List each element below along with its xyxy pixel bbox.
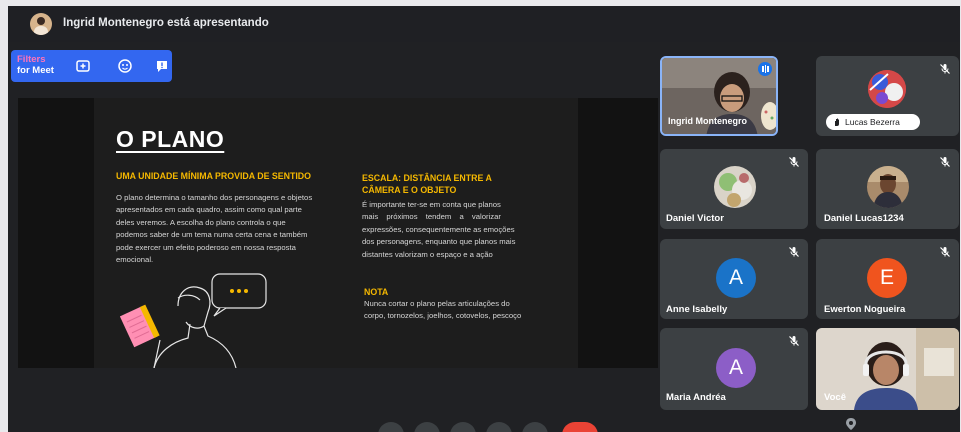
left-line: podemos saber de um tema numa certa cena… [116,230,308,240]
participant-name: Lucas Bezerra [845,117,900,127]
participant-tile-lucas-bezerra[interactable]: Lucas Bezerra [816,56,959,136]
control-button[interactable] [378,422,404,432]
avatar-initial: E [867,258,907,298]
avatar [714,166,756,208]
left-paragraph: O plano determina o tamanho dos personag… [116,192,356,266]
shared-screen: O PLANO UMA UNIDADE MÍNIMA PROVIDA DE SE… [18,98,658,368]
name-chip: Lucas Bezerra [826,114,920,130]
right-heading-line1: ESCALA: DISTÂNCIA ENTRE A [362,173,492,183]
note-line: corpo, tornozelos, joelhos, cotovelos, p… [364,311,522,321]
right-line: expressões, consequentemente as emoções [362,224,515,234]
presenter-avatar [30,13,52,35]
left-line: emocional. [116,255,154,265]
left-line: deles veremos. A escolha do plano contro… [116,217,286,227]
avatar-initial: A [716,348,756,388]
meet-window: Ingrid Montenegro está apresentando Filt… [8,6,960,432]
avatar [867,166,909,208]
presentation-slide: O PLANO UMA UNIDADE MÍNIMA PROVIDA DE SE… [94,98,578,368]
filters-for-meet-logo[interactable]: Filters for Meet [17,54,54,76]
face-filter-icon[interactable] [117,58,133,74]
right-line: É importante ter-se em conta que planos [362,200,501,209]
participant-name: Daniel Lucas1234 [824,213,904,224]
note-heading: NOTA [364,287,389,297]
participant-name: Daniel Victor [666,213,724,224]
mic-off-icon [940,157,950,167]
participant-name: Ingrid Montenegro [668,116,747,126]
avatar-initial: A [716,258,756,298]
participant-tile-ewerton[interactable]: E Ewerton Nogueira [816,239,959,319]
message-icon[interactable] [154,58,170,74]
participant-tile-anne[interactable]: A Anne Isabelly [660,239,808,319]
right-line: distantes valorizam o espaço e a ação [362,249,493,259]
participant-tile-daniel-lucas[interactable]: Daniel Lucas1234 [816,149,959,229]
right-heading-line2: CÂMERA E O OBJETO [362,185,457,195]
right-paragraph: É importante ter-se em conta que planos … [362,199,534,261]
left-line: pode exercer um efeito poderoso em nossa… [116,242,296,252]
filters-logo-line1: Filters [17,54,46,65]
right-heading: ESCALA: DISTÂNCIA ENTRE A CÂMERA E O OBJ… [362,172,492,196]
filters-for-meet-toolbar: Filters for Meet [11,50,172,82]
participant-tile-ingrid[interactable]: Ingrid Montenegro [660,56,778,136]
speaking-indicator-icon [758,62,772,76]
add-filter-icon[interactable] [75,58,91,74]
presentation-banner: Ingrid Montenegro está apresentando [8,6,960,42]
control-button[interactable] [414,422,440,432]
participant-tile-maria[interactable]: A Maria Andréa [660,328,808,410]
right-line: dos personagens, enquanto que planos mai… [362,237,516,247]
participant-name: Você [824,392,847,403]
participant-name: Maria Andréa [666,392,726,403]
participant-name: Ewerton Nogueira [824,304,906,315]
person-reading-illustration [120,273,267,368]
participant-name: Anne Isabelly [666,304,728,315]
note-line: Nunca cortar o plano pelas articulações … [364,299,510,308]
mic-off-icon [940,64,950,74]
mic-off-icon [789,157,799,167]
slide-title: O PLANO [116,126,225,152]
avatar [868,70,906,108]
mic-off-icon [789,336,799,346]
participant-tile-daniel-victor[interactable]: Daniel Victor [660,149,808,229]
right-line: mais próximos tendem a valorizar [362,212,501,222]
left-line: apresentados em cada quadro, assim como … [116,205,302,215]
control-button[interactable] [450,422,476,432]
participant-tile-self[interactable]: Você [816,328,959,410]
leave-call-button[interactable] [562,422,598,432]
note-paragraph: Nunca cortar o plano pelas articulações … [364,298,544,323]
left-heading: UMA UNIDADE MÍNIMA PROVIDA DE SENTIDO [116,171,312,181]
presenter-banner-text: Ingrid Montenegro está apresentando [63,17,269,29]
filters-logo-line2: for Meet [17,65,54,76]
left-line: O plano determina o tamanho dos personag… [116,193,313,202]
location-pin-icon [846,418,856,430]
control-button[interactable] [522,422,548,432]
control-button[interactable] [486,422,512,432]
mic-off-icon [940,247,950,257]
mic-off-icon [789,247,799,257]
hand-raise-icon [835,118,839,126]
